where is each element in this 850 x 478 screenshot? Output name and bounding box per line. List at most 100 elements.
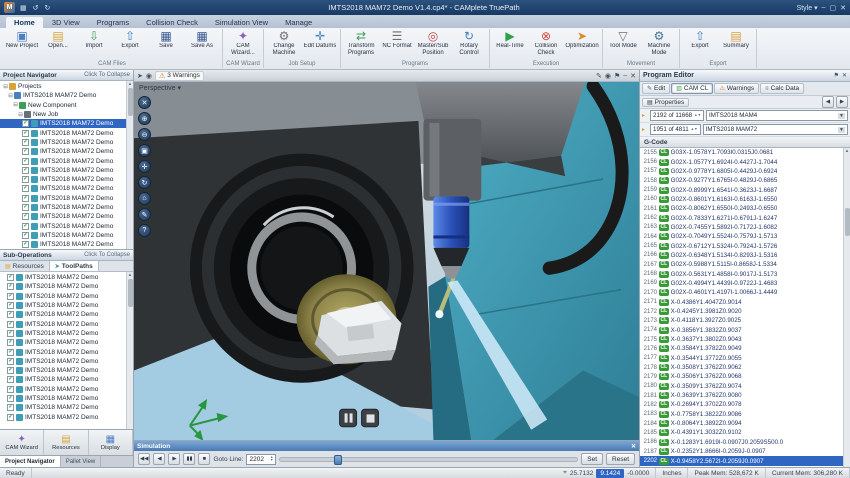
set-button[interactable]: Set (581, 453, 603, 465)
pause-button[interactable]: ▮▮ (183, 453, 195, 465)
checkbox[interactable]: ✓ (7, 414, 14, 421)
gcode-row[interactable]: 2166CLG02X-0.6348Y1.5134I-0.8293J-1.5316 (640, 251, 843, 260)
reset-button[interactable]: Reset (606, 453, 635, 465)
viewport-3d[interactable]: ➤ ◉ ⚠ 3 Warnings ✎ ◉ ⚑ – ✕ Perspective ▾… (134, 70, 640, 440)
stop-button[interactable]: ■ (198, 453, 210, 465)
properties-button[interactable]: ▤ Properties (642, 98, 689, 107)
gcode-row[interactable]: 2172CLX-0.4245Y1.3981Z0.9020 (640, 307, 843, 316)
scroll-up-icon[interactable]: ▲ (128, 81, 132, 86)
tree-item[interactable]: ✓IMTS2018 MAM72 Demo (0, 221, 126, 230)
checkbox[interactable]: ✓ (22, 223, 29, 230)
checkbox[interactable]: ✓ (7, 330, 14, 337)
gcode-row[interactable]: 2165CLG02X-0.6712Y1.5324I-0.7924J-1.5726 (640, 241, 843, 250)
checkbox[interactable]: ✓ (7, 367, 14, 374)
quick-save-icon[interactable]: ▦ (19, 4, 28, 12)
gcode-row[interactable]: 2170CLG02X-0.4601Y1.4197I-1.0066J-1.4449 (640, 288, 843, 297)
checkbox[interactable]: ✓ (7, 293, 14, 300)
gcode-row[interactable]: 2158CLG02X-0.9277Y1.6765I-0.4829J-0.6865 (640, 176, 843, 185)
editor-tab-calc-data[interactable]: ≡Calc Data (760, 83, 804, 94)
checkbox[interactable]: ✓ (22, 158, 29, 165)
edit-tool-icon[interactable]: ✎ (138, 208, 151, 221)
resources-button[interactable]: ▤Resources (44, 430, 88, 455)
tab-programs[interactable]: Programs (89, 17, 138, 28)
gcode-row[interactable]: 2180CLX-0.3509Y1.3762Z0.9074 (640, 382, 843, 391)
zoom-out-tool-icon[interactable]: ⊖ (138, 128, 151, 141)
tree-item[interactable]: ✓IMTS2018 MAM72 Demo (0, 147, 126, 156)
gcode-row[interactable]: 2184CLX-0.8064Y1.3892Z0.9094 (640, 419, 843, 428)
close-window-icon[interactable]: ✕ (840, 4, 846, 12)
undo-icon[interactable]: ↺ (32, 4, 40, 12)
prev-line-button[interactable]: ◀ (822, 96, 834, 108)
gcode-row[interactable]: 2167CLG02X-0.5988Y1.5115I-0.8658J-1.5334 (640, 260, 843, 269)
sub-operation-item[interactable]: ✓IMTS2018 MAM72 Demo (0, 292, 126, 301)
gcode-row[interactable]: 2157CLG02X-0.9778Y1.6805I-0.4429J-0.6924 (640, 167, 843, 176)
simulation-title-bar[interactable]: Simulation ✕ (134, 441, 639, 451)
gcode-row[interactable]: 2162CLG02X-0.7833Y1.6271I-0.6791J-1.6247 (640, 213, 843, 222)
spinner-icons[interactable]: ▲▼ (694, 114, 701, 118)
ribbon-button-rotary[interactable]: ↻Rotary Control (451, 29, 487, 60)
ribbon-button-save-as[interactable]: ▦Save As (184, 29, 220, 60)
minimize-panel-icon[interactable]: – (623, 72, 627, 79)
ribbon-button-import[interactable]: ⇩Import (76, 29, 112, 60)
rotate-tool-icon[interactable]: ↻ (138, 176, 151, 189)
tab-collision-check[interactable]: Collision Check (138, 17, 206, 28)
maximize-window-icon[interactable]: ▢ (830, 4, 837, 12)
display-button[interactable]: ▦Display (89, 430, 133, 455)
skip-start-button[interactable]: ◀◀ (138, 453, 150, 465)
checkbox[interactable]: ✓ (22, 204, 29, 211)
gcode-row[interactable]: 2169CLG02X-0.4994Y1.4439I-0.9722J-1.4683 (640, 279, 843, 288)
subtab-toolpaths[interactable]: ➤ToolPaths (50, 261, 99, 271)
checkbox[interactable]: ✓ (22, 130, 29, 137)
project-navigator-header[interactable]: Project Navigator Click To Collapse (0, 70, 133, 81)
gcode-row[interactable]: 2178CLX-0.3508Y1.3762Z0.9062 (640, 363, 843, 372)
tree-job[interactable]: ⊟New Job (0, 110, 126, 119)
gcode-row[interactable]: 2160CLG02X-0.8601Y1.6163I-0.6163J-1.6550 (640, 195, 843, 204)
gcode-row[interactable]: 2183CLX-0.7758Y1.3822Z0.9086 (640, 410, 843, 419)
sub-operation-item[interactable]: ✓IMTS2018 MAM72 Demo (0, 310, 126, 319)
tree-item[interactable]: ✓IMTS2018 MAM72 Demo (0, 175, 126, 184)
tree-item[interactable]: ✓IMTS2018 MAM72 Demo (0, 194, 126, 203)
style-menu[interactable]: Style ▾ (797, 4, 818, 12)
app-logo-icon[interactable]: M (4, 2, 15, 13)
tab-3d-view[interactable]: 3D View (44, 17, 88, 28)
line-counter[interactable]: 1951 of 4811▲▼ (650, 124, 701, 135)
goto-line-input[interactable]: 2202 ▲▼ (246, 454, 276, 465)
expander-icon[interactable]: ⊟ (7, 93, 14, 99)
subtab-resources[interactable]: ▤Resources (0, 261, 50, 271)
close-panel-icon[interactable]: ✕ (630, 72, 636, 80)
sub-operation-item[interactable]: ✓IMTS2018 MAM72 Demo (0, 375, 126, 384)
checkbox[interactable]: ✓ (22, 241, 29, 248)
gcode-row[interactable]: 2163CLG02X-0.7455Y1.5892I-0.7172J-1.6082 (640, 223, 843, 232)
gcode-row[interactable]: 2185CLX-0.4391Y1.3032Z0.9102 (640, 428, 843, 437)
simulation-slider[interactable] (279, 457, 578, 462)
camera-icon[interactable]: ◉ (146, 72, 152, 80)
ribbon-button-transform[interactable]: ⇄Transform Programs (343, 29, 379, 60)
tree-item[interactable]: ✓IMTS2018 MAM72 Demo (0, 119, 126, 128)
tab-manage[interactable]: Manage (277, 17, 320, 28)
redo-icon[interactable]: ↻ (44, 4, 52, 12)
checkbox[interactable]: ✓ (7, 302, 14, 309)
ribbon-button-machine[interactable]: ⚙Change Machine (266, 29, 302, 60)
tree-root-projects[interactable]: ⊟Projects (0, 82, 126, 91)
expander-icon[interactable]: ⊟ (2, 84, 9, 90)
checkbox[interactable]: ✓ (7, 376, 14, 383)
gcode-row[interactable]: 2179CLX-0.3506Y1.3762Z0.9068 (640, 372, 843, 381)
checkbox[interactable]: ✓ (7, 404, 14, 411)
expander-icon[interactable]: ⊟ (12, 102, 19, 108)
ribbon-button-datums[interactable]: ✛Edit Datums (302, 29, 338, 60)
scroll-up-icon[interactable]: ▲ (128, 272, 132, 277)
checkbox[interactable]: ✓ (22, 120, 29, 127)
sub-operation-item[interactable]: ✓IMTS2018 MAM72 Demo (0, 319, 126, 328)
pin-icon[interactable]: ⚑ (834, 72, 839, 79)
tree-item[interactable]: ✓IMTS2018 MAM72 Demo (0, 212, 126, 221)
program-editor-header[interactable]: Program Editor ⚑ ✕ (640, 70, 850, 82)
zoom-in-tool-icon[interactable]: ⊕ (138, 112, 151, 125)
footer-tab-project-navigator[interactable]: Project Navigator (0, 456, 61, 467)
footer-tab-pallet-view[interactable]: Pallet View (61, 456, 102, 467)
sub-operation-item[interactable]: ✓IMTS2018 MAM72 Demo (0, 385, 126, 394)
sub-operation-item[interactable]: ✓IMTS2018 MAM72 Demo (0, 357, 126, 366)
checkbox[interactable]: ✓ (22, 148, 29, 155)
gcode-row[interactable]: 2155CLG03X-1.0578Y1.7093I0.0315J0.0681 (640, 148, 843, 157)
gcode-row[interactable]: 2202CLX-0.9458Y2.5672I-0.2059J0.0907 (640, 456, 843, 465)
simulation-close-icon[interactable]: ✕ (631, 443, 636, 450)
